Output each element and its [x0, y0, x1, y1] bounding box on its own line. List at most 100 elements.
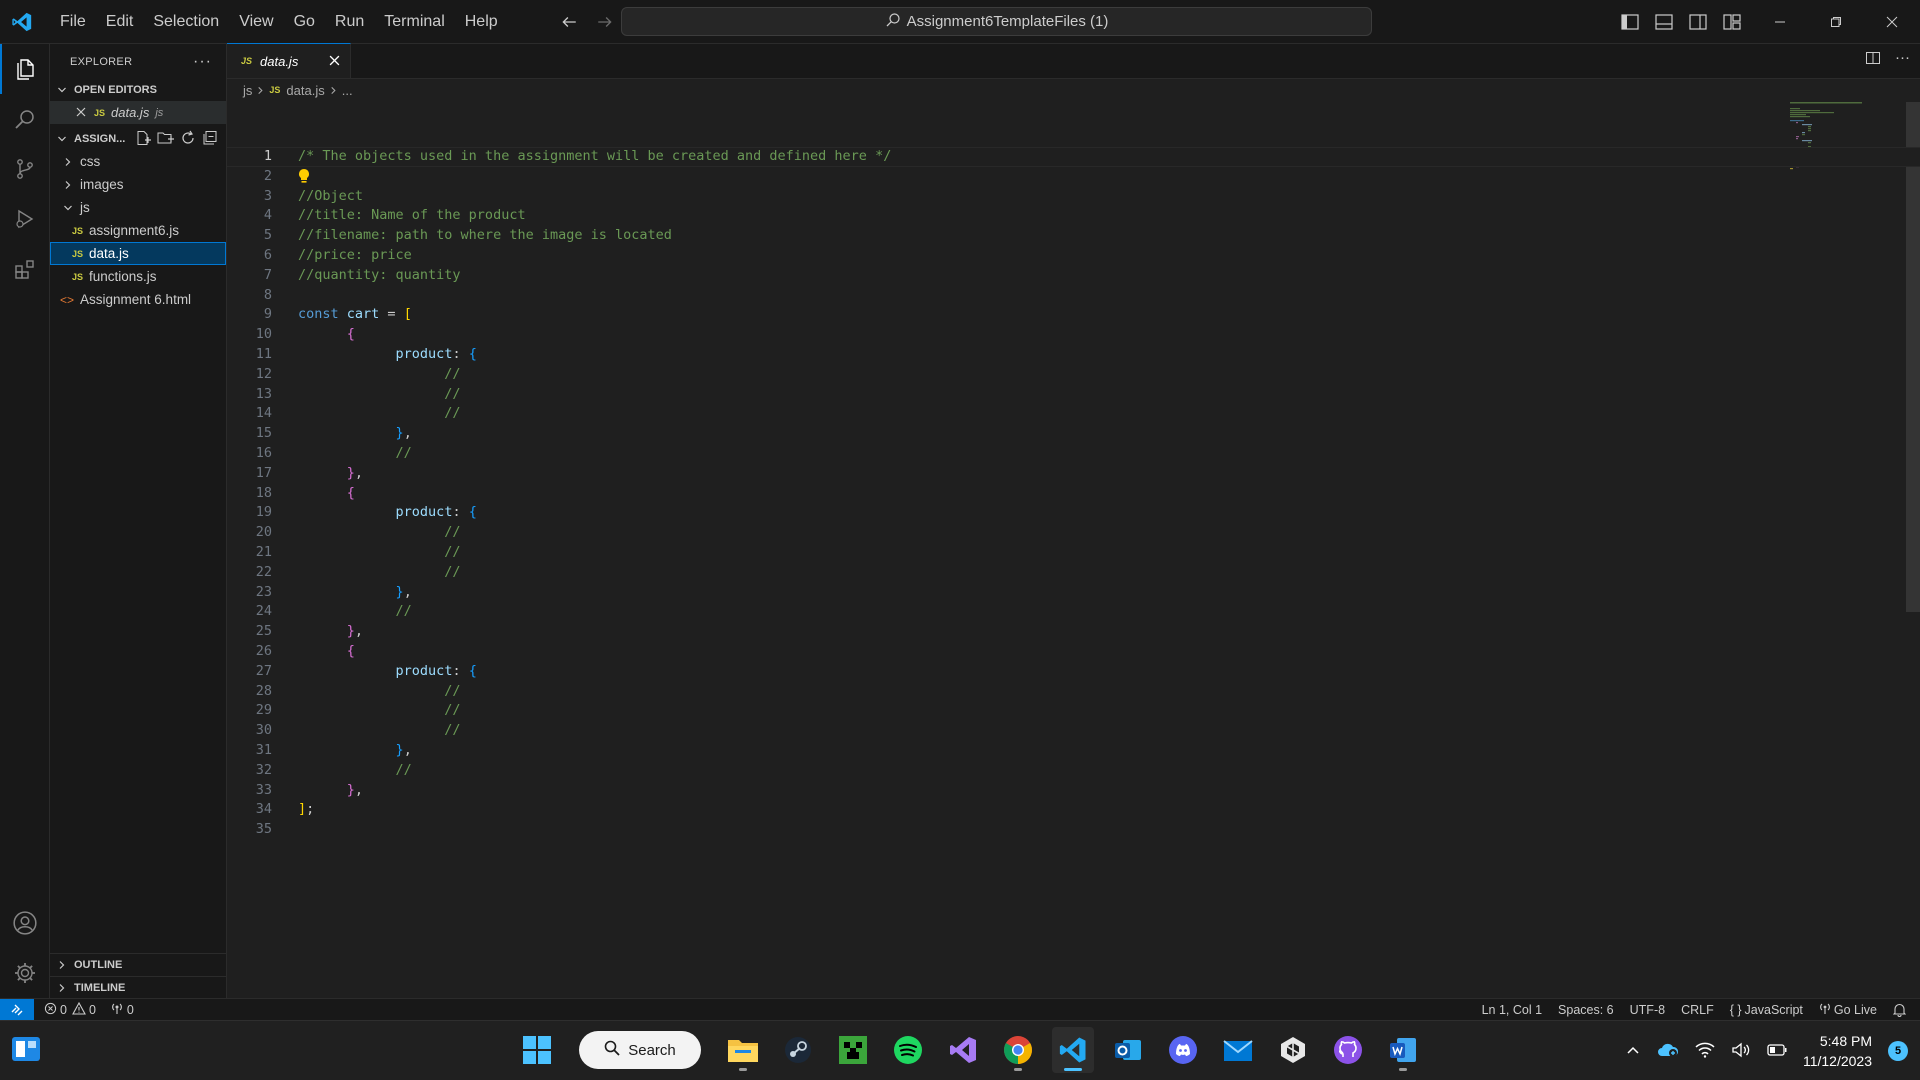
- tab-data-js[interactable]: JS data.js: [227, 43, 351, 78]
- end-of-line[interactable]: CRLF: [1681, 1003, 1714, 1017]
- tree-item[interactable]: js: [50, 196, 226, 219]
- problems-indicator[interactable]: 0 0: [44, 1001, 96, 1018]
- wifi-icon[interactable]: [1695, 1042, 1715, 1061]
- error-count: 0: [60, 1002, 67, 1017]
- menu-file[interactable]: File: [50, 0, 96, 44]
- battery-icon[interactable]: [1767, 1043, 1787, 1060]
- start-button-icon[interactable]: [516, 1027, 558, 1073]
- extensions-icon[interactable]: [0, 244, 50, 294]
- open-editor-item[interactable]: JS data.js js: [50, 101, 226, 124]
- indentation[interactable]: Spaces: 6: [1558, 1003, 1614, 1017]
- spotify-icon[interactable]: [887, 1027, 929, 1073]
- accounts-icon[interactable]: [0, 898, 50, 948]
- customize-layout-icon[interactable]: [1722, 8, 1742, 36]
- more-editor-actions-icon[interactable]: ···: [1895, 50, 1910, 69]
- toggle-secondary-sidebar-icon[interactable]: [1688, 8, 1708, 36]
- notifications-bell-icon[interactable]: [1893, 1003, 1906, 1017]
- menu-selection[interactable]: Selection: [143, 0, 229, 44]
- outlook-icon[interactable]: [1107, 1027, 1149, 1073]
- close-tab-icon[interactable]: [329, 54, 340, 69]
- code-editor[interactable]: 1 /* The objects used in the assignment w…: [227, 147, 1920, 840]
- discord-icon[interactable]: [1162, 1027, 1204, 1073]
- run-and-debug-icon[interactable]: [0, 194, 50, 244]
- encoding[interactable]: UTF-8: [1630, 1003, 1665, 1017]
- code-token: }: [346, 781, 355, 798]
- visual-studio-icon[interactable]: [942, 1027, 984, 1073]
- menu-help[interactable]: Help: [455, 0, 508, 44]
- notification-count-badge[interactable]: 5: [1888, 1041, 1908, 1061]
- mail-icon[interactable]: [1217, 1027, 1259, 1073]
- code-content: },: [272, 622, 363, 642]
- minimize-icon[interactable]: [1752, 0, 1808, 44]
- refresh-icon[interactable]: [180, 130, 196, 149]
- title-bar: File Edit Selection View Go Run Terminal…: [0, 0, 1920, 44]
- timeline-section[interactable]: TIMELINE: [50, 976, 227, 998]
- steam-icon[interactable]: [777, 1027, 819, 1073]
- tree-item[interactable]: <> Assignment 6.html: [50, 288, 226, 311]
- clock-date: 11/12/2023: [1802, 1053, 1872, 1069]
- tree-item[interactable]: css: [50, 150, 226, 173]
- unity-icon[interactable]: [1272, 1027, 1314, 1073]
- forward-arrow-icon[interactable]: [594, 11, 616, 33]
- chevron-right-icon: [60, 180, 76, 190]
- new-folder-icon[interactable]: [157, 130, 175, 149]
- toggle-panel-icon[interactable]: [1654, 8, 1674, 36]
- close-editor-icon[interactable]: [76, 105, 86, 120]
- menu-go[interactable]: Go: [284, 0, 325, 44]
- outline-section[interactable]: OUTLINE: [50, 954, 227, 976]
- manage-gear-icon[interactable]: [0, 948, 50, 998]
- file-explorer-icon[interactable]: [722, 1027, 764, 1073]
- code-token: }: [395, 425, 404, 442]
- menu-view[interactable]: View: [229, 0, 283, 44]
- code-line: 29 //: [227, 701, 1920, 721]
- minecraft-icon[interactable]: [832, 1027, 874, 1073]
- github-desktop-icon[interactable]: [1327, 1027, 1369, 1073]
- tree-item[interactable]: JS assignment6.js: [50, 219, 226, 242]
- word-icon[interactable]: [1382, 1027, 1424, 1073]
- vscode-taskbar-icon[interactable]: [1052, 1027, 1094, 1073]
- chevron-up-icon[interactable]: [1625, 1042, 1641, 1061]
- remote-indicator-icon[interactable]: [0, 998, 34, 1021]
- menu-terminal[interactable]: Terminal: [374, 0, 454, 44]
- tree-item[interactable]: JS functions.js: [50, 265, 226, 288]
- new-file-icon[interactable]: [135, 130, 152, 149]
- toggle-primary-sidebar-icon[interactable]: [1620, 8, 1640, 36]
- source-control-icon[interactable]: [0, 144, 50, 194]
- breadcrumb-file[interactable]: data.js: [286, 83, 324, 98]
- search-view-icon[interactable]: [0, 94, 50, 144]
- cursor-position[interactable]: Ln 1, Col 1: [1482, 1003, 1542, 1017]
- volume-icon[interactable]: [1731, 1042, 1751, 1061]
- language-mode[interactable]: { } JavaScript: [1730, 1003, 1803, 1017]
- ports-indicator[interactable]: 0: [110, 1002, 134, 1018]
- restore-icon[interactable]: [1808, 0, 1864, 44]
- open-editors-section[interactable]: OPEN EDITORS: [50, 79, 226, 101]
- collapse-all-icon[interactable]: [202, 130, 218, 149]
- code-line: 28 //: [227, 682, 1920, 702]
- lightbulb-icon[interactable]: [298, 168, 310, 184]
- workspace-section[interactable]: ASSIGN...: [50, 128, 226, 150]
- menu-edit[interactable]: Edit: [96, 0, 144, 44]
- tree-item[interactable]: JS data.js: [50, 242, 226, 265]
- window-controls: [1752, 0, 1920, 44]
- widgets-icon[interactable]: [10, 1033, 46, 1069]
- close-window-icon[interactable]: [1864, 0, 1920, 44]
- onedrive-icon[interactable]: [1657, 1042, 1679, 1061]
- code-content: //: [272, 365, 460, 385]
- explorer-icon[interactable]: [0, 44, 50, 94]
- code-line: 7 //quantity: quantity: [227, 266, 1920, 286]
- split-editor-icon[interactable]: [1865, 50, 1881, 69]
- breadcrumb-symbol[interactable]: ...: [342, 83, 353, 98]
- command-center-search[interactable]: Assignment6TemplateFiles (1): [621, 7, 1372, 36]
- back-arrow-icon[interactable]: [558, 11, 580, 33]
- taskbar-search-box[interactable]: Search: [579, 1031, 701, 1069]
- system-clock[interactable]: 5:48 PM 11/12/2023: [1803, 1031, 1872, 1071]
- code-token: //filename: path to where the image is l…: [298, 227, 672, 244]
- go-live-button[interactable]: Go Live: [1819, 1002, 1877, 1018]
- code-content: /* The objects used in the assignment wi…: [272, 147, 891, 167]
- chrome-icon[interactable]: [997, 1027, 1039, 1073]
- code-content: //filename: path to where the image is l…: [272, 226, 672, 246]
- more-actions-icon[interactable]: ···: [193, 53, 212, 71]
- tree-item[interactable]: images: [50, 173, 226, 196]
- breadcrumb-folder[interactable]: js: [243, 83, 252, 98]
- menu-run[interactable]: Run: [325, 0, 374, 44]
